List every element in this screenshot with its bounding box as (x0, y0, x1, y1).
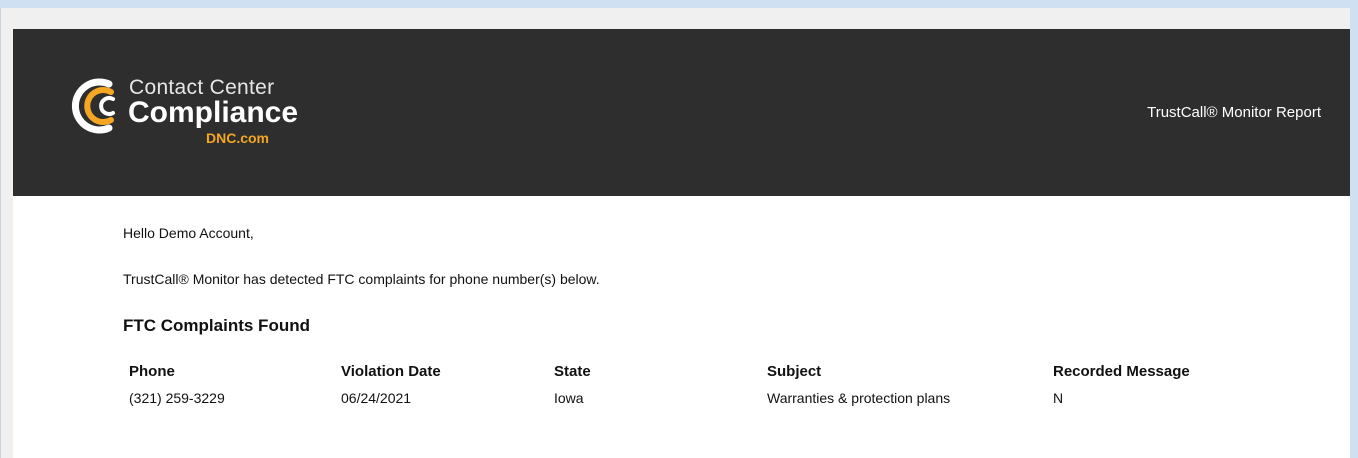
column-header-phone: Phone (129, 362, 175, 380)
cc-swoosh-logo-icon (71, 78, 115, 134)
table-header-row: Phone Violation Date State Subject Recor… (129, 361, 1253, 387)
company-logo[interactable]: Contact Center Compliance DNC.com (69, 72, 339, 152)
email-body: Contact Center Compliance DNC.com TrustC… (13, 29, 1351, 458)
cell-recorded-message: N (1053, 390, 1064, 406)
cell-phone: (321) 259-3229 (129, 390, 225, 406)
complaints-table: Phone Violation Date State Subject Recor… (129, 361, 1253, 409)
logo-text-compliance: Compliance (128, 96, 299, 129)
reading-pane: Contact Center Compliance DNC.com TrustC… (0, 8, 1351, 458)
column-header-state: State (554, 362, 591, 380)
scrollbar-track[interactable] (1350, 0, 1358, 458)
logo-text-dnc: DNC.com (206, 130, 270, 146)
cell-violation-date: 06/24/2021 (341, 390, 412, 406)
report-title: TrustCall® Monitor Report (1147, 104, 1321, 121)
intro-text: TrustCall® Monitor has detected FTC comp… (123, 271, 600, 287)
greeting-text: Hello Demo Account, (123, 225, 254, 241)
table-row: (321) 259-3229 06/24/2021 Iowa Warrantie… (129, 387, 1253, 409)
cell-subject: Warranties & protection plans (767, 390, 951, 406)
section-heading: FTC Complaints Found (123, 316, 310, 335)
column-header-violation-date: Violation Date (341, 362, 441, 380)
column-header-recorded-message: Recorded Message (1053, 362, 1190, 380)
cell-state: Iowa (554, 390, 584, 406)
header-banner: Contact Center Compliance DNC.com TrustC… (13, 29, 1351, 196)
column-header-subject: Subject (767, 362, 822, 380)
